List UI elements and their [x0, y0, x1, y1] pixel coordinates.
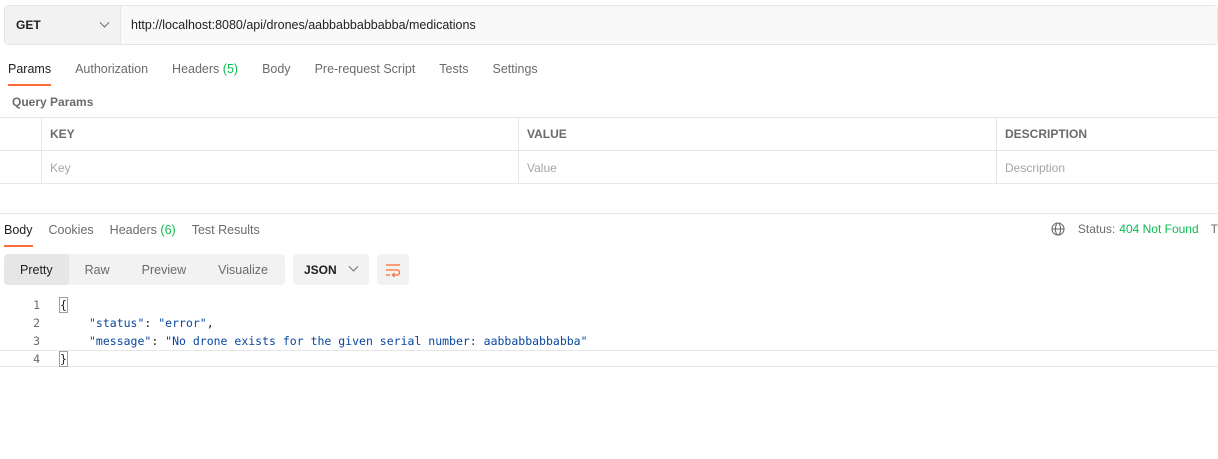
query-params-title: Query Params	[12, 95, 94, 109]
json-string-value: "No drone exists for the given serial nu…	[165, 334, 588, 348]
column-header-value: VALUE	[518, 118, 996, 150]
tab-label: Tests	[439, 62, 469, 76]
line-number: 1	[33, 298, 40, 312]
preview-button[interactable]: Preview	[126, 254, 202, 285]
column-header-key: KEY	[41, 118, 518, 150]
row-checkbox-cell	[0, 151, 41, 184]
table-header-row: KEY VALUE DESCRIPTION	[0, 118, 1218, 151]
key-input[interactable]: Key	[41, 151, 518, 184]
chevron-down-icon	[99, 17, 110, 28]
status-value[interactable]: 404 Not Found	[1119, 222, 1198, 236]
code-line: 1 {	[0, 296, 1218, 314]
json-separator: :	[144, 316, 159, 330]
response-tab-test-results[interactable]: Test Results	[192, 221, 260, 247]
response-tabs: Body Cookies Headers (6) Test Results	[4, 221, 276, 247]
json-key: "message"	[89, 334, 152, 348]
column-header-description: DESCRIPTION	[996, 118, 1218, 150]
code-text: }	[59, 350, 68, 367]
tab-pre-request-script[interactable]: Pre-request Script	[315, 60, 416, 86]
chevron-down-icon	[348, 261, 359, 272]
tab-label: Headers	[109, 223, 157, 237]
code-text: {	[59, 297, 68, 313]
json-trailing: ,	[206, 316, 214, 330]
description-input[interactable]: Description	[996, 151, 1218, 184]
json-key: "status"	[89, 316, 145, 330]
line-number: 3	[33, 334, 40, 348]
tab-body[interactable]: Body	[262, 60, 291, 86]
tab-authorization[interactable]: Authorization	[75, 60, 148, 86]
tab-label: Authorization	[75, 62, 149, 76]
view-mode-group: Pretty Raw Preview Visualize	[4, 254, 285, 285]
tab-label: Pre-request Script	[314, 62, 416, 76]
line-number: 2	[33, 316, 40, 330]
response-status: Status: 404 Not Found T	[1051, 222, 1218, 236]
url-input[interactable]: http://localhost:8080/api/drones/aabbabb…	[121, 6, 1217, 44]
raw-button[interactable]: Raw	[69, 254, 126, 285]
tab-count-badge: (5)	[222, 62, 239, 76]
value-input[interactable]: Value	[518, 151, 996, 184]
json-separator: :	[151, 334, 166, 348]
tab-tests[interactable]: Tests	[439, 60, 468, 86]
tab-label: Settings	[492, 62, 538, 76]
line-number: 4	[33, 351, 40, 366]
visualize-button[interactable]: Visualize	[202, 254, 284, 285]
method-select[interactable]: GET	[5, 6, 121, 44]
request-tabs: Params Authorization Headers (5) Body Pr…	[8, 60, 562, 86]
status-next-truncated: T	[1210, 222, 1218, 236]
code-text: "message": "No drone exists for the give…	[89, 334, 588, 348]
response-tab-headers[interactable]: Headers (6)	[110, 221, 176, 247]
pretty-button[interactable]: Pretty	[4, 254, 69, 285]
response-divider	[0, 213, 1218, 214]
globe-icon[interactable]	[1051, 222, 1065, 236]
tab-label: Headers	[172, 62, 220, 76]
wrap-lines-icon	[386, 263, 401, 277]
tab-label: Body	[4, 223, 33, 237]
language-select[interactable]: JSON	[293, 254, 369, 285]
tab-count-badge: (6)	[160, 223, 176, 237]
query-params-table: KEY VALUE DESCRIPTION Key Value Descript…	[0, 117, 1218, 184]
language-label: JSON	[304, 262, 337, 277]
json-string-value: "error"	[158, 316, 207, 330]
code-line-active: 4 }	[0, 350, 1218, 367]
tab-label: Params	[8, 62, 52, 76]
tab-label: Body	[262, 62, 291, 76]
response-tab-body[interactable]: Body	[4, 221, 33, 247]
tab-headers[interactable]: Headers (5)	[172, 60, 238, 86]
code-text: "status": "error",	[89, 316, 214, 330]
tab-label: Test Results	[191, 223, 260, 237]
method-label: GET	[16, 18, 41, 32]
code-line: 3 "message": "No drone exists for the gi…	[0, 332, 1218, 350]
table-row: Key Value Description	[0, 151, 1218, 184]
tab-label: Cookies	[48, 223, 94, 237]
code-line: 2 "status": "error",	[0, 314, 1218, 332]
request-bar: GET http://localhost:8080/api/drones/aab…	[4, 5, 1218, 45]
response-tab-cookies[interactable]: Cookies	[49, 221, 94, 247]
response-body-code[interactable]: 1 { 2 "status": "error", 3 "message": "N…	[0, 296, 1218, 367]
status-label: Status:	[1077, 222, 1116, 236]
tab-settings[interactable]: Settings	[492, 60, 537, 86]
tab-params[interactable]: Params	[8, 60, 52, 86]
row-select-header	[0, 118, 41, 150]
wrap-lines-button[interactable]	[377, 254, 409, 285]
